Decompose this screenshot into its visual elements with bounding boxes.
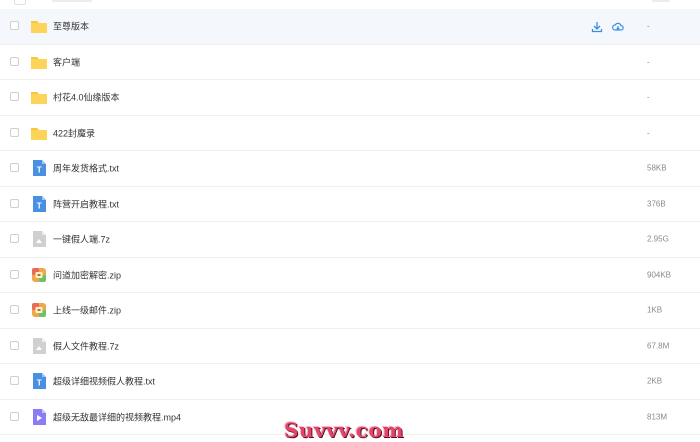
file-name[interactable]: 假人文件教程.7z: [53, 339, 119, 352]
row-checkbox[interactable]: [10, 269, 19, 279]
row-checkbox[interactable]: [10, 376, 19, 386]
archive-file-icon: [30, 337, 48, 355]
file-name[interactable]: 问道加密解密.zip: [53, 268, 121, 281]
file-name[interactable]: 至尊版本: [53, 20, 89, 33]
file-name[interactable]: 一键假人端.7z: [53, 233, 110, 246]
previous-row-name: [52, 0, 92, 2]
file-row[interactable]: 上线一级邮件.zip 1KB: [0, 293, 700, 329]
file-row[interactable]: T 周年发货格式.txt 58KB: [0, 151, 700, 187]
folder-icon: [30, 53, 48, 71]
row-checkbox[interactable]: [10, 92, 19, 102]
row-checkbox[interactable]: [10, 198, 19, 208]
file-row[interactable]: 问道加密解密.zip 904KB: [0, 258, 700, 293]
file-size: 904KB: [647, 270, 672, 280]
row-checkbox[interactable]: [10, 340, 19, 350]
cloud-download-icon[interactable]: [612, 21, 624, 33]
file-size: 2KB: [647, 376, 663, 386]
txt-file-icon: T: [30, 159, 48, 177]
row-checkbox[interactable]: [10, 234, 19, 244]
file-row[interactable]: 村花4.0仙缘版本 -: [0, 80, 700, 116]
txt-file-icon: T: [30, 372, 48, 390]
file-row[interactable]: T 阵营开启教程.txt 376B: [0, 187, 700, 222]
svg-text:T: T: [37, 166, 42, 175]
previous-row-checkbox: [14, 0, 26, 5]
file-row[interactable]: 至尊版本 -: [0, 9, 700, 45]
archive-file-icon: [30, 230, 48, 248]
row-checkbox[interactable]: [10, 56, 19, 66]
folder-icon: [30, 124, 48, 142]
row-checkbox[interactable]: [10, 411, 19, 421]
download-icon[interactable]: [591, 21, 603, 33]
row-actions: [591, 20, 633, 33]
file-size: -: [647, 92, 650, 102]
row-checkbox[interactable]: [10, 127, 19, 137]
folder-icon: [30, 88, 48, 106]
file-size: 2.95G: [647, 234, 669, 244]
file-row[interactable]: 假人文件教程.7z 67.8M: [0, 329, 700, 364]
file-name[interactable]: 村花4.0仙缘版本: [53, 91, 120, 104]
file-name[interactable]: 阵营开启教程.txt: [53, 197, 119, 210]
file-name[interactable]: 超级详细视频假人教程.txt: [53, 375, 155, 388]
file-size: -: [647, 57, 650, 67]
file-name[interactable]: 超级无敌最详细的视频教程.mp4: [53, 410, 181, 423]
file-size: 813M: [647, 412, 668, 422]
svg-text:T: T: [37, 201, 42, 210]
file-name[interactable]: 上线一级邮件.zip: [53, 304, 121, 317]
file-row[interactable]: 422封魔录 -: [0, 116, 700, 151]
file-name[interactable]: 422封魔录: [53, 126, 95, 139]
file-size: 376B: [647, 199, 666, 209]
file-size: -: [647, 21, 650, 31]
folder-icon: [30, 17, 48, 35]
watermark: Suvvv.com: [284, 418, 404, 442]
previous-row-remnant: [0, 0, 700, 8]
txt-file-icon: T: [30, 195, 48, 213]
row-checkbox[interactable]: [10, 163, 19, 173]
row-checkbox[interactable]: [10, 305, 19, 315]
file-size: 67.8M: [647, 341, 670, 351]
file-name[interactable]: 客户端: [53, 55, 80, 68]
file-size: 1KB: [647, 305, 663, 315]
file-size: -: [647, 128, 650, 138]
file-row[interactable]: T 超级详细视频假人教程.txt 2KB: [0, 364, 700, 400]
previous-row-size: [652, 0, 670, 2]
file-row[interactable]: 一键假人端.7z 2.95G: [0, 222, 700, 258]
file-size: 58KB: [647, 163, 667, 173]
zip-file-icon: [30, 301, 48, 319]
svg-text:T: T: [37, 379, 42, 388]
row-checkbox[interactable]: [10, 21, 19, 31]
zip-file-icon: [30, 266, 48, 284]
file-name[interactable]: 周年发货格式.txt: [53, 162, 119, 175]
file-list: 至尊版本 - 客户端 - 村花4.0仙缘版本 - 422封魔录 - T 周年发货格式.txt 58K…: [0, 9, 700, 435]
file-row[interactable]: 客户端 -: [0, 45, 700, 80]
video-file-icon: [30, 408, 48, 426]
